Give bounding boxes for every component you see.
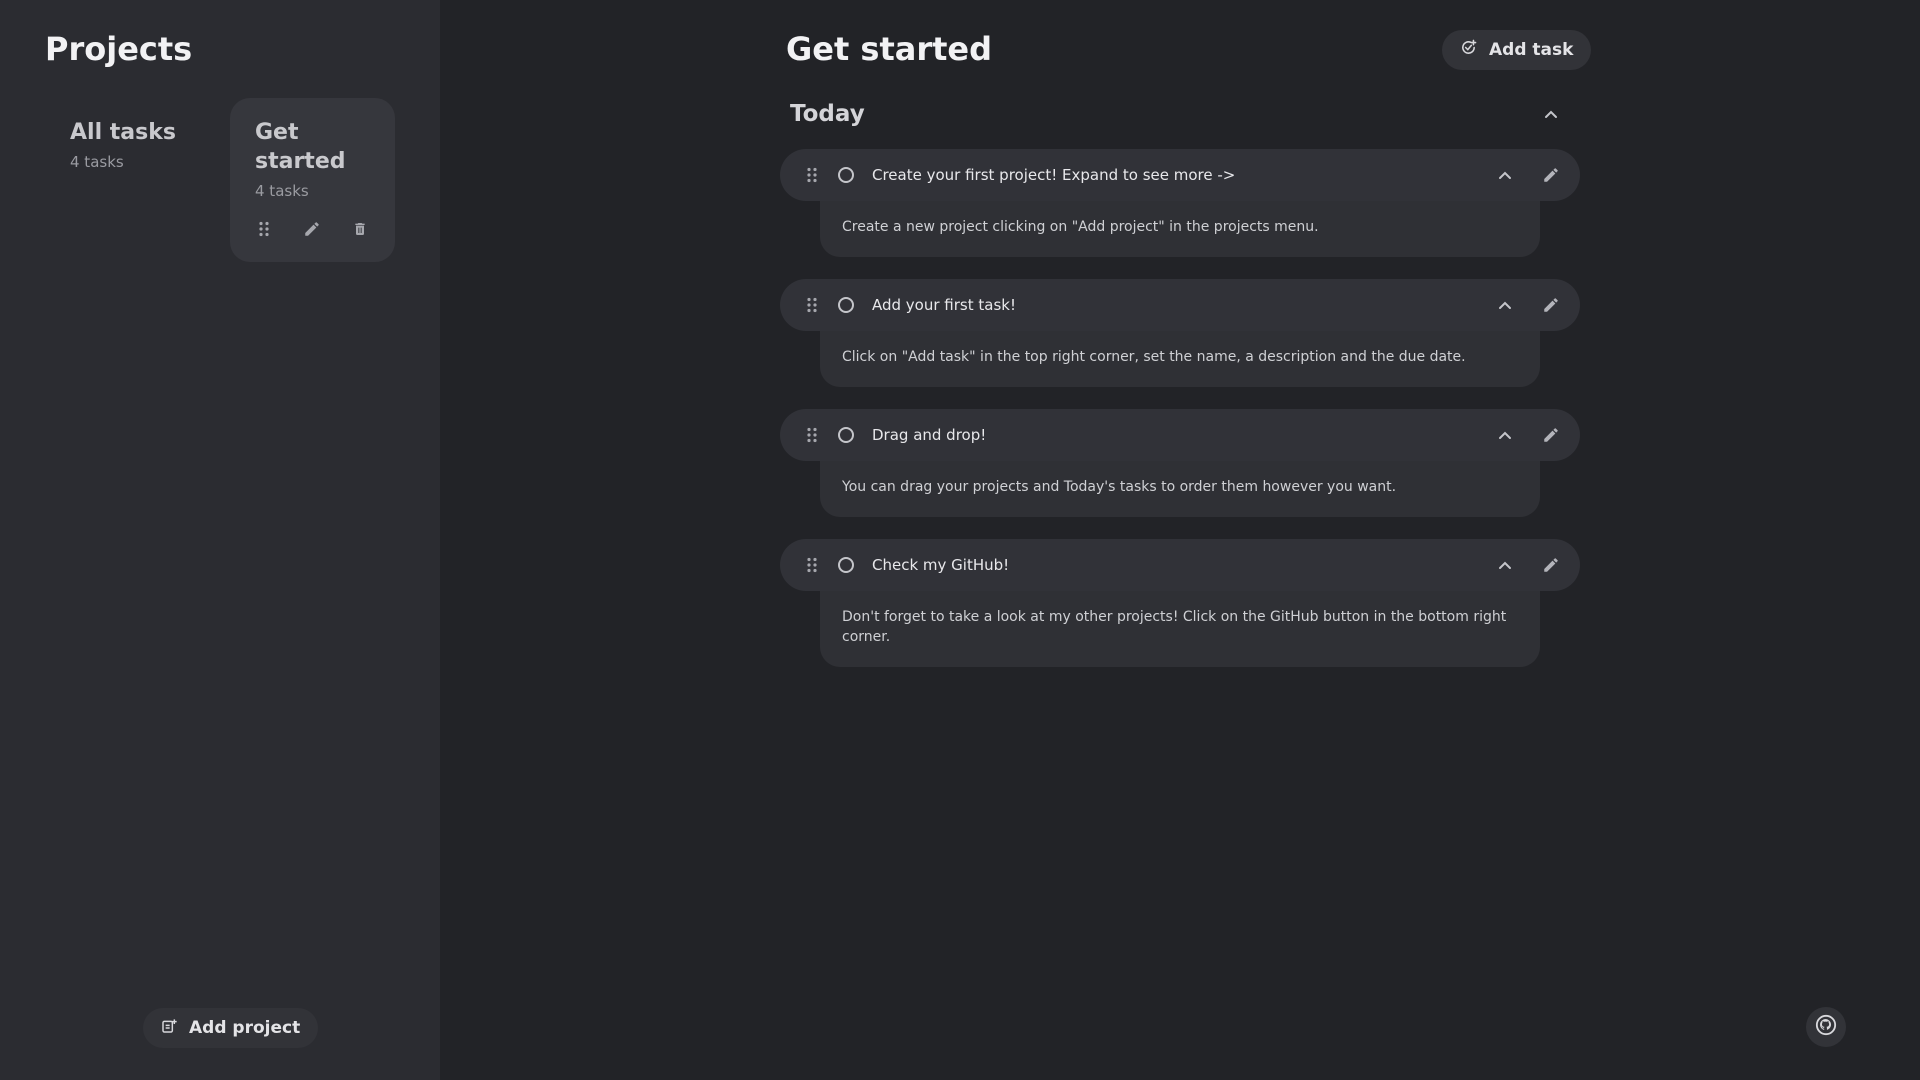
project-task-count: 4 tasks [70,153,124,171]
pencil-icon[interactable] [1542,556,1560,574]
sidebar-title: Projects [45,30,193,68]
add-task-icon [1460,39,1477,61]
project-name: All tasks [70,120,176,145]
task-description: Don't forget to take a look at my other … [820,587,1540,667]
task-name: Create your first project! Expand to see… [872,166,1236,184]
add-project-icon [161,1018,177,1039]
project-item-get-started[interactable]: Get started 4 tasks [230,98,395,262]
drag-handle-icon[interactable] [255,220,273,238]
task-description: Click on "Add task" in the top right cor… [820,327,1540,387]
add-project-label: Add project [189,1018,301,1038]
task-actions [1496,426,1560,444]
github-button[interactable] [1806,1007,1846,1047]
task-row[interactable]: Create your first project! Expand to see… [780,149,1580,201]
chevron-up-icon[interactable] [1542,105,1560,123]
project-item-all-tasks[interactable]: All tasks 4 tasks [70,118,220,171]
sidebar: Projects All tasks 4 tasks Get started 4… [0,0,440,1080]
trash-icon[interactable] [351,220,369,238]
task-complete-checkbox[interactable] [838,167,854,183]
add-task-button[interactable]: Add task [1442,30,1592,70]
task-description: Create a new project clicking on "Add pr… [820,197,1540,257]
section-header-today: Today [790,98,1560,130]
task-complete-checkbox[interactable] [838,427,854,443]
task-complete-checkbox[interactable] [838,557,854,573]
project-actions [255,220,369,238]
task-name: Drag and drop! [872,426,987,444]
task-item: Add your first task! Click on "Add task"… [780,279,1580,387]
task-description: You can drag your projects and Today's t… [820,457,1540,517]
task-row[interactable]: Add your first task! [780,279,1580,331]
task-item: Check my GitHub! Don't forget to take a … [780,539,1580,667]
task-item: Create your first project! Expand to see… [780,149,1580,257]
task-name: Add your first task! [872,296,1016,314]
drag-handle-icon[interactable] [806,167,818,183]
drag-handle-icon[interactable] [806,297,818,313]
chevron-up-icon[interactable] [1496,166,1514,184]
project-name: Get started [255,120,346,174]
pencil-icon[interactable] [1542,426,1560,444]
task-name: Check my GitHub! [872,556,1010,574]
section-title: Today [790,101,865,127]
task-actions [1496,556,1560,574]
task-actions [1496,296,1560,314]
task-complete-checkbox[interactable] [838,297,854,313]
drag-handle-icon[interactable] [806,427,818,443]
chevron-up-icon[interactable] [1496,426,1514,444]
task-list: Create your first project! Expand to see… [780,149,1580,689]
task-row[interactable]: Drag and drop! [780,409,1580,461]
project-task-count: 4 tasks [255,182,309,200]
add-project-button[interactable]: Add project [143,1008,319,1048]
task-item: Drag and drop! You can drag your project… [780,409,1580,517]
chevron-up-icon[interactable] [1496,556,1514,574]
task-row[interactable]: Check my GitHub! [780,539,1580,591]
pencil-icon[interactable] [303,220,321,238]
page-title: Get started [786,30,993,68]
task-actions [1496,166,1560,184]
pencil-icon[interactable] [1542,166,1560,184]
drag-handle-icon[interactable] [806,557,818,573]
add-task-label: Add task [1489,40,1574,60]
pencil-icon[interactable] [1542,296,1560,314]
github-icon [1815,1014,1837,1040]
chevron-up-icon[interactable] [1496,296,1514,314]
